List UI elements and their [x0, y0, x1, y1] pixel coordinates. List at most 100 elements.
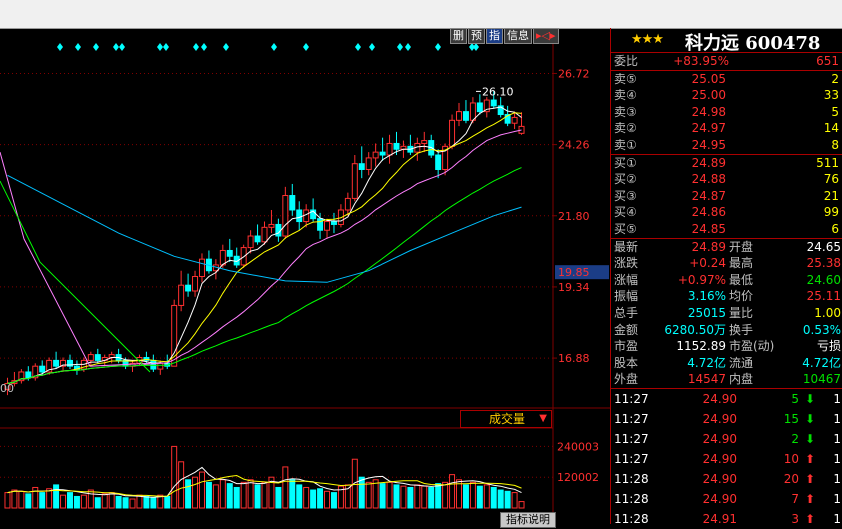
candle-body	[372, 151, 379, 159]
indicator-help-button[interactable]: 指标说明	[500, 512, 556, 528]
toolbox-button[interactable]: 信息	[504, 28, 532, 44]
volume-indicator-label: 成交量	[489, 412, 526, 426]
stat-value: 10467	[802, 372, 841, 387]
signal-diamond-icon	[303, 43, 309, 51]
stat-row: 股本 4.72亿 流通 4.72亿	[611, 355, 842, 372]
arrow-down-icon: ⬇	[804, 411, 815, 426]
candle-body	[435, 154, 442, 170]
volume-bar	[46, 488, 53, 509]
kline-chart-panel[interactable]: 26.72 24.26 21.80 19.34 16.88 19.85 240003 1200…	[0, 28, 610, 528]
rating-stars: ★★★	[631, 32, 664, 47]
volume-bar	[233, 486, 240, 509]
volume-bar	[476, 485, 483, 509]
chevron-down-icon: ▼	[539, 413, 547, 424]
candle-body	[324, 221, 331, 231]
signal-diamond-icon	[75, 43, 81, 51]
sell-level-row[interactable]: 卖② 24.97 14	[611, 120, 842, 137]
candle-body	[94, 354, 101, 361]
tick-row[interactable]: 11:28 24.90 20 ⬆ 1	[611, 469, 842, 489]
level-label: 卖③	[614, 104, 637, 119]
price-tick-label: 19.34	[558, 281, 590, 294]
level-label: 买②	[614, 172, 637, 187]
sell-level-row[interactable]: 卖⑤ 25.05 2	[611, 71, 842, 88]
stat-value: 6280.50万	[664, 322, 726, 337]
volume-bar	[330, 492, 337, 509]
candle-body	[275, 223, 282, 237]
stat-row: 总手 25015 量比 1.00	[611, 305, 842, 322]
level-qty: 5	[831, 104, 839, 119]
current-price-label: 19.85	[558, 266, 590, 279]
buy-level-row[interactable]: 买③ 24.87 21	[611, 188, 842, 205]
tick-count: 1	[833, 391, 841, 406]
tick-row[interactable]: 11:27 24.90 2 ⬇ 1	[611, 429, 842, 449]
volume-bar	[212, 484, 219, 509]
buy-level-row[interactable]: 买① 24.89 511	[611, 155, 842, 172]
toolbox-button[interactable]: 指	[486, 28, 503, 44]
signal-diamond-icon	[93, 43, 99, 51]
tick-row[interactable]: 11:28 24.90 7 ⬆ 1	[611, 489, 842, 509]
kline-chart-svg[interactable]: 26.72 24.26 21.80 19.34 16.88 19.85 240003 1200…	[0, 28, 610, 524]
candle-body	[330, 221, 337, 225]
buy-level-row[interactable]: 买④ 24.86 99	[611, 204, 842, 221]
candle-body	[268, 223, 275, 228]
candle-body	[157, 362, 164, 370]
stat-label: 内盘	[729, 372, 754, 387]
level-price: 24.87	[691, 188, 726, 203]
candle-body	[192, 276, 199, 292]
candle-body	[289, 195, 296, 211]
level-price: 24.95	[691, 137, 726, 152]
volume-bar	[379, 483, 386, 509]
sell-level-row[interactable]: 卖④ 25.00 33	[611, 87, 842, 104]
tick-row[interactable]: 11:27 24.90 15 ⬇ 1	[611, 409, 842, 429]
level-qty: 8	[831, 137, 839, 152]
tick-time: 11:27	[614, 391, 649, 406]
order-ratio-qty: 651	[816, 54, 839, 68]
candle-body	[296, 209, 303, 223]
stats-block: 最新 24.89 开盘 24.65 涨跌 +0.24 最高 25.38 涨幅 +0.97% 最低 24…	[611, 239, 842, 389]
stat-label: 总手	[614, 305, 639, 320]
level-label: 卖②	[614, 121, 637, 136]
buy-level-row[interactable]: 买⑤ 24.85 6	[611, 221, 842, 238]
tick-list[interactable]: 11:27 24.90 5 ⬇ 1 11:27 24.90 15 ⬇ 1 11:27 24.90 2 ⬇ 1…	[611, 389, 842, 529]
tick-count: 1	[833, 451, 841, 466]
tick-row[interactable]: 11:27 24.90 5 ⬇ 1	[611, 389, 842, 409]
volume-bar	[289, 479, 296, 509]
tick-row[interactable]: 11:28 24.91 3 ⬆ 1	[611, 509, 842, 529]
signal-diamond-icon	[193, 43, 199, 51]
toolbox-button[interactable]: 预	[468, 28, 485, 44]
toolbox-button[interactable]: 删	[450, 28, 467, 44]
price-tick-label: 24.26	[558, 139, 590, 152]
tick-row[interactable]: 11:27 24.90 10 ⬆ 1	[611, 449, 842, 469]
level-price: 25.05	[691, 71, 726, 86]
candle-body	[178, 284, 185, 306]
stat-label: 振幅	[614, 289, 639, 304]
tick-count: 1	[833, 471, 841, 486]
tick-price: 24.90	[702, 451, 737, 466]
volume-bar	[80, 494, 87, 509]
moving-average-line	[0, 151, 151, 367]
stat-value: 1152.89	[676, 339, 726, 354]
volume-indicator-dropdown[interactable]: 成交量 ▼	[460, 410, 552, 428]
stat-value: 24.65	[806, 239, 841, 254]
sell-level-row[interactable]: 卖③ 24.98 5	[611, 104, 842, 121]
tick-time: 11:28	[614, 511, 649, 526]
level-qty: 33	[823, 88, 839, 103]
volume-bar	[108, 492, 115, 509]
signal-diamond-icon	[397, 43, 403, 51]
tick-volume: 2	[791, 431, 799, 446]
volume-bar	[372, 479, 379, 509]
volume-bar	[407, 486, 414, 509]
volume-bar	[129, 498, 136, 509]
volume-bar	[136, 494, 143, 509]
candle-body	[421, 140, 428, 144]
toolbox-button[interactable]: ▸◁▸	[533, 28, 559, 44]
signal-diamond-icon	[355, 43, 361, 51]
sell-level-row[interactable]: 卖① 24.95 8	[611, 137, 842, 154]
volume-bar	[60, 494, 67, 509]
buy-level-row[interactable]: 买② 24.88 76	[611, 171, 842, 188]
level-label: 买①	[614, 155, 637, 170]
stat-label: 流通	[729, 355, 754, 370]
volume-bar	[164, 495, 171, 509]
volume-bar	[358, 476, 365, 509]
tick-volume: 7	[791, 491, 799, 506]
